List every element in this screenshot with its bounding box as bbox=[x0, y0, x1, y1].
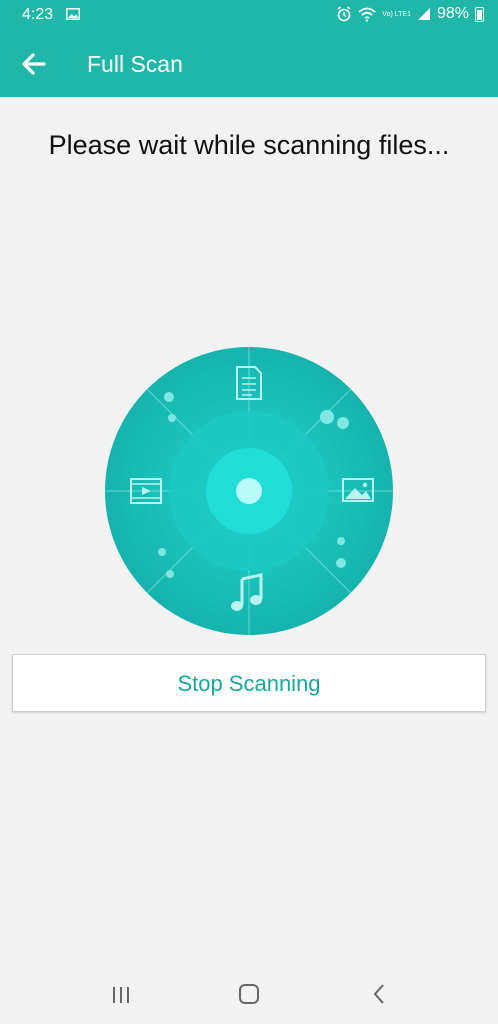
alarm-icon bbox=[337, 6, 351, 22]
battery-percentage: 98% bbox=[436, 5, 469, 22]
scan-animation bbox=[105, 347, 393, 635]
wifi-icon bbox=[358, 7, 376, 22]
recents-icon[interactable] bbox=[110, 985, 132, 1005]
app-bar: Full Scan bbox=[0, 30, 498, 97]
navigation-bar bbox=[0, 968, 498, 1024]
home-icon[interactable] bbox=[238, 983, 260, 1005]
stop-scanning-button[interactable]: Stop Scanning bbox=[12, 654, 486, 712]
scanner-center-dot bbox=[236, 478, 262, 504]
signal-icon bbox=[417, 8, 430, 20]
status-icons: Vo) LTE1 98% bbox=[336, 5, 484, 23]
image-notification-icon bbox=[66, 8, 80, 20]
status-time: 4:23 bbox=[22, 6, 54, 23]
network-label: Vo) LTE1 bbox=[382, 10, 411, 18]
back-arrow-icon[interactable] bbox=[14, 44, 54, 84]
battery-icon bbox=[475, 6, 484, 22]
scan-status-message: Please wait while scanning files... bbox=[48, 130, 450, 160]
status-bar: 4:23 Vo) LTE1 98% bbox=[0, 0, 498, 30]
page-title: Full Scan bbox=[87, 51, 183, 77]
back-icon[interactable] bbox=[370, 982, 388, 1006]
